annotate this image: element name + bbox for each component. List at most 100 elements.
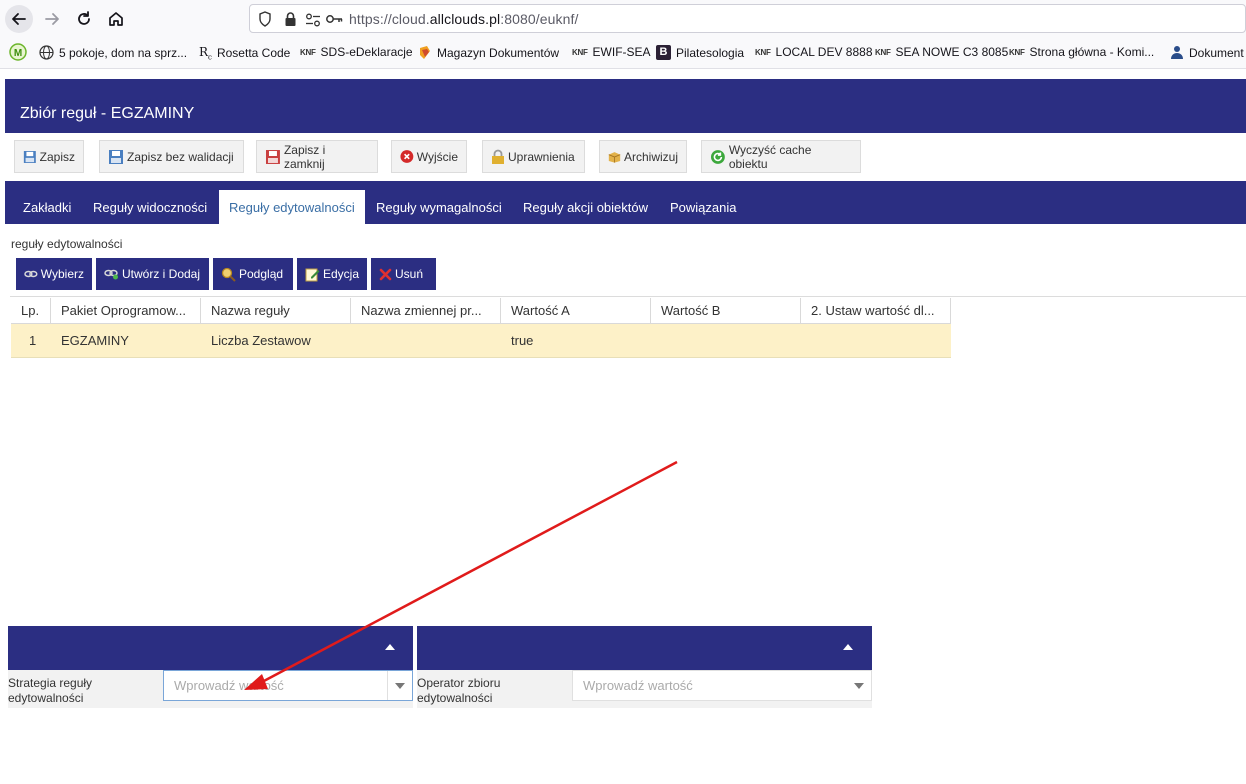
bookmark-item-10[interactable]: Dokument — [1170, 45, 1244, 60]
archive-button[interactable]: Archiwizuj — [599, 140, 687, 173]
bookmark-label: LOCAL DEV 8888 — [775, 45, 873, 59]
url-text[interactable]: https://cloud.allclouds.pl:8080/euknf/ — [349, 11, 579, 27]
link-add-icon — [104, 269, 118, 280]
reload-button[interactable] — [70, 5, 98, 33]
app-top-strip — [5, 79, 1246, 93]
edit-label: Edycja — [322, 267, 359, 281]
bookmark-label: Pilatesologia — [676, 45, 745, 60]
home-button[interactable] — [102, 5, 130, 33]
bookmark-item-2[interactable]: Rc Rosetta Code — [199, 45, 290, 61]
floppy-icon — [23, 150, 36, 163]
preview-label: Podgląd — [239, 267, 284, 281]
operator-input[interactable] — [581, 677, 785, 694]
knf-icon: KNF — [572, 47, 588, 57]
bookmark-label: Dokument — [1189, 45, 1244, 60]
back-button[interactable] — [5, 5, 33, 33]
table-cell: true — [511, 333, 534, 348]
select-label: Wybierz — [40, 267, 84, 281]
clear-cache-button[interactable]: Wyczyść cache obiektu — [701, 140, 861, 173]
bookmark-label: 5 pokoje, dom na sprz... — [59, 45, 188, 60]
bookmark-label: SDS-eDeklaracje — [320, 45, 413, 59]
select-button[interactable]: Wybierz — [16, 258, 92, 290]
exit-button[interactable]: Wyjście — [391, 140, 467, 173]
column-header[interactable]: Wartość A — [501, 298, 651, 324]
tab-zakladki[interactable]: Zakładki — [13, 190, 81, 224]
bookmark-label: SEA NOWE C3 8085 — [895, 45, 1009, 59]
key-icon[interactable] — [325, 13, 343, 25]
divider — [10, 296, 1246, 297]
rosetta-glyph: R — [199, 45, 209, 59]
link-icon — [24, 270, 38, 278]
save-without-validation-label: Zapisz bez walidacji — [127, 149, 234, 164]
table-row[interactable]: 1 EGZAMINY Liczba Zestawow true — [11, 324, 951, 358]
save-button[interactable]: Zapisz — [14, 140, 84, 173]
column-header[interactable]: Wartość B — [651, 298, 801, 324]
permissions-label: Uprawnienia — [508, 149, 575, 164]
forward-arrow-icon — [45, 13, 59, 25]
column-header[interactable]: Nazwa reguły — [201, 298, 351, 324]
strategy-label: Strategia reguły edytowalności — [8, 676, 93, 705]
bookmark-item-9[interactable]: KNF Strona główna - Komi... — [1009, 45, 1154, 59]
permissions-icon[interactable] — [305, 13, 321, 27]
operator-combobox[interactable] — [572, 670, 872, 701]
tab-requirement-rules[interactable]: Reguły wymagalności — [366, 190, 512, 224]
bookmark-item-4[interactable]: Magazyn Dokumentów — [418, 45, 559, 60]
dropdown-trigger[interactable] — [387, 671, 412, 700]
preview-button[interactable]: Podgląd — [213, 258, 293, 290]
permissions-button[interactable]: Uprawnienia — [482, 140, 585, 173]
section-label: reguły edytowalności — [11, 237, 123, 251]
bookmark-label: Strona główna - Komi... — [1029, 45, 1155, 59]
strategy-input[interactable] — [172, 677, 376, 694]
rosetta-icon: Rc — [199, 45, 212, 62]
save-and-close-button[interactable]: Zapisz i zamknij — [256, 140, 378, 173]
back-arrow-icon — [12, 13, 26, 25]
clear-cache-label: Wyczyść cache obiektu — [728, 142, 812, 171]
column-header[interactable]: Nazwa zmiennej pr... — [351, 298, 501, 324]
window-title-bar: Zbiór reguł - EGZAMINY — [5, 93, 1246, 133]
browser-nav-bar: https://cloud.allclouds.pl:8080/euknf/ — [0, 0, 1246, 38]
archive-box-icon — [608, 151, 621, 163]
tab-visibility-rules[interactable]: Reguły widoczności — [83, 190, 217, 224]
content-panel: reguły edytowalności Wybierz Utwórz i Do… — [5, 224, 1246, 615]
refresh-icon — [710, 149, 725, 164]
delete-x-icon — [379, 268, 392, 280]
forward-button[interactable] — [38, 5, 66, 33]
bookmark-label: Magazyn Dokumentów — [437, 45, 560, 60]
bookmark-item-6[interactable]: B Pilatesologia — [656, 45, 744, 60]
reload-icon — [78, 11, 90, 25]
bookmark-item-5[interactable]: KNF EWIF-SEA — [572, 45, 651, 59]
collapse-caret-icon[interactable] — [843, 644, 853, 650]
close-circle-icon — [400, 150, 414, 163]
delete-button[interactable]: Usuń — [371, 258, 436, 290]
bookmark-item-3[interactable]: KNF SDS-eDeklaracje — [300, 45, 413, 59]
column-header[interactable]: 2. Ustaw wartość dl... — [801, 298, 951, 324]
table-cell: 1 — [29, 333, 37, 348]
column-header[interactable]: Lp. — [11, 298, 51, 324]
save-without-validation-button[interactable]: Zapisz bez walidacji — [99, 140, 244, 173]
tab-relations[interactable]: Powiązania — [660, 190, 747, 224]
url-bar[interactable]: https://cloud.allclouds.pl:8080/euknf/ — [249, 4, 1246, 33]
chevron-down-icon — [854, 682, 864, 689]
floppy-icon — [109, 149, 123, 164]
operator-label: Operator zbioru edytowalności — [417, 676, 501, 705]
tab-editability-rules[interactable]: Reguły edytowalności — [219, 190, 365, 224]
bookmark-item-1[interactable]: 5 pokoje, dom na sprz... — [39, 45, 187, 60]
bookmark-item-8[interactable]: KNF SEA NOWE C3 8085 — [875, 45, 1008, 59]
column-header[interactable]: Pakiet Oprogramow... — [51, 298, 201, 324]
tab-object-action-rules[interactable]: Reguły akcji obiektów — [513, 190, 658, 224]
panel-header-left — [8, 626, 413, 670]
bookmark-item-7[interactable]: KNF LOCAL DEV 8888 — [755, 45, 873, 59]
magnifier-icon — [221, 267, 236, 282]
url-domain: allclouds.pl — [429, 11, 501, 27]
create-and-add-button[interactable]: Utwórz i Dodaj — [96, 258, 209, 290]
window-title: Zbiór reguł - EGZAMINY — [20, 105, 195, 122]
bookmark-label: EWIF-SEA — [592, 45, 651, 59]
knf-icon: KNF — [1009, 47, 1025, 57]
create-and-add-label: Utwórz i Dodaj — [122, 267, 201, 281]
bookmark-m-logo[interactable]: M — [9, 43, 27, 61]
table-cell: EGZAMINY — [61, 333, 129, 348]
edit-button[interactable]: Edycja — [297, 258, 367, 290]
strategy-combobox[interactable] — [163, 670, 413, 701]
dropdown-trigger[interactable] — [847, 671, 871, 700]
collapse-caret-icon[interactable] — [385, 644, 395, 650]
